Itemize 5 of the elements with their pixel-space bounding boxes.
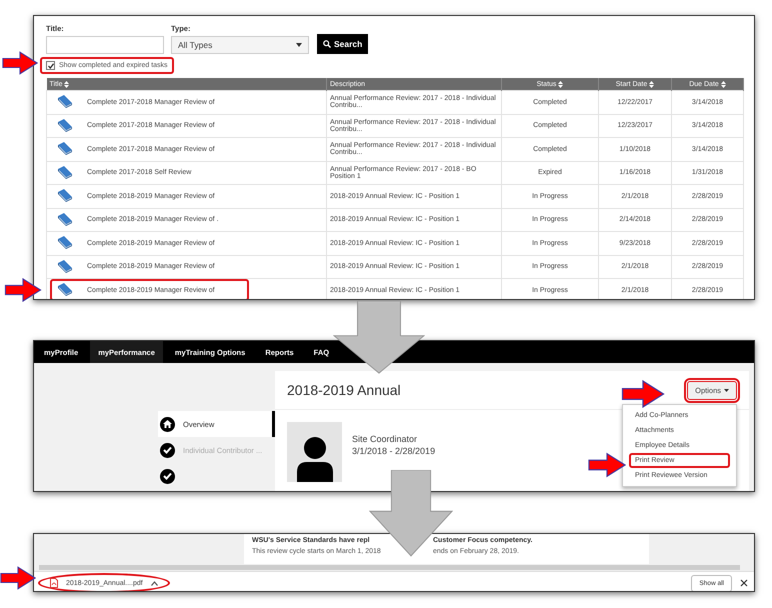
type-select[interactable]: All Types [171, 36, 309, 54]
job-title: Site Coordinator [352, 434, 418, 444]
review-title: 2018-2019 Annual [287, 382, 401, 398]
review-dates: 3/1/2018 - 2/28/2019 [352, 446, 436, 456]
search-button[interactable]: Search [317, 34, 368, 54]
